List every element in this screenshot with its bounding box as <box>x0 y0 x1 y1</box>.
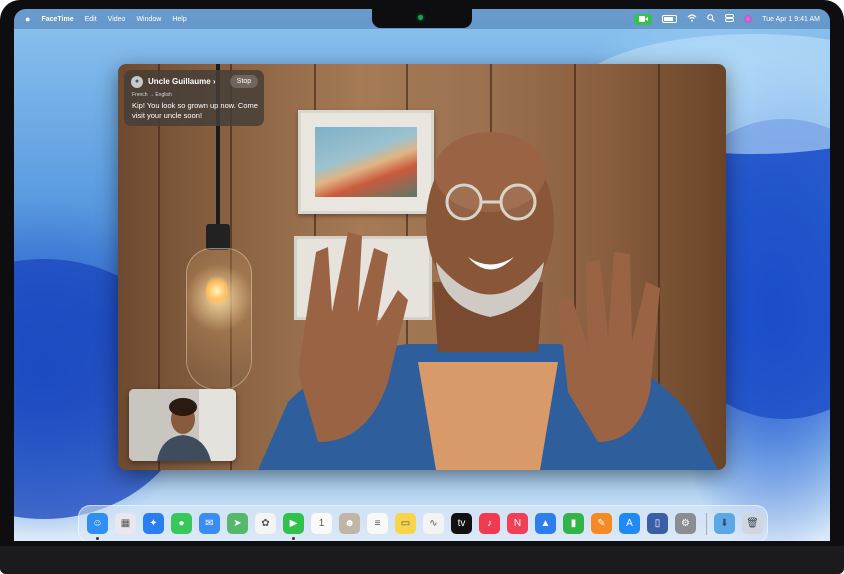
facetime-window[interactable]: ● Uncle Guillaume › Stop French → Englis… <box>118 64 726 470</box>
laptop-base <box>0 546 844 574</box>
keynote-icon[interactable]: ▲ <box>535 513 556 534</box>
notes-icon[interactable]: ▭ <box>395 513 416 534</box>
desktop: ● FaceTime Edit Video Window Help Tue Ap… <box>14 9 830 541</box>
safari-icon[interactable]: ✦ <box>143 513 164 534</box>
siri-icon[interactable] <box>744 15 753 23</box>
iphone-mirroring-icon[interactable]: ▯ <box>647 513 668 534</box>
numbers-icon[interactable]: ▮ <box>563 513 584 534</box>
facetime-icon[interactable]: ▶ <box>283 513 304 534</box>
caller-avatar-icon: ● <box>131 76 143 88</box>
caller-name[interactable]: Uncle Guillaume › <box>148 77 216 86</box>
self-view-pip[interactable] <box>129 389 236 461</box>
live-translation-banner: ● Uncle Guillaume › Stop French → Englis… <box>124 70 264 126</box>
system-settings-icon[interactable]: ⚙ <box>675 513 696 534</box>
stop-translation-button[interactable]: Stop <box>230 75 258 88</box>
calendar-icon[interactable]: 1 <box>311 513 332 534</box>
app-store-icon[interactable]: A <box>619 513 640 534</box>
photos-icon[interactable]: ✿ <box>255 513 276 534</box>
pages-icon[interactable]: ✎ <box>591 513 612 534</box>
menu-clock[interactable]: Tue Apr 1 9:41 AM <box>762 16 820 23</box>
translation-languages: French → English <box>132 92 172 98</box>
lamp-bulb <box>186 248 252 390</box>
apple-menu-icon[interactable]: ● <box>25 14 30 24</box>
translated-message: Kip! You look so grown up now. Come visi… <box>132 101 258 120</box>
battery-icon[interactable] <box>662 15 678 23</box>
freeform-icon[interactable]: ∿ <box>423 513 444 534</box>
search-icon[interactable] <box>707 14 716 24</box>
dock-separator <box>706 513 707 535</box>
lamp-socket <box>206 224 230 250</box>
lamp-glow <box>206 274 228 308</box>
facetime-status-icon[interactable] <box>634 13 653 25</box>
running-app-indicator <box>96 537 99 540</box>
camera-notch <box>372 9 472 28</box>
menu-edit[interactable]: Edit <box>85 16 97 23</box>
self-view-video <box>129 389 236 461</box>
menu-help[interactable]: Help <box>172 16 186 23</box>
menu-window[interactable]: Window <box>136 16 161 23</box>
downloads-folder-icon[interactable]: ⬇ <box>714 513 735 534</box>
wifi-icon[interactable] <box>687 14 697 24</box>
dock: ☺ ▦ ✦ ● ✉ ➤ ✿ ▶ 1 ☻ ≡ ▭ ∿ tv ♪ N ▲ ▮ ✎ A ▯ ⚙ ⬇ 🗑 <box>78 505 768 541</box>
contacts-icon[interactable]: ☻ <box>339 513 360 534</box>
mail-icon[interactable]: ✉ <box>199 513 220 534</box>
caller-video <box>258 132 718 470</box>
running-app-indicator <box>292 537 295 540</box>
reminders-icon[interactable]: ≡ <box>367 513 388 534</box>
finder-icon[interactable]: ☺ <box>87 513 108 534</box>
trash-icon[interactable]: 🗑 <box>742 513 763 534</box>
music-icon[interactable]: ♪ <box>479 513 500 534</box>
menu-app-name[interactable]: FaceTime <box>41 16 73 23</box>
maps-icon[interactable]: ➤ <box>227 513 248 534</box>
macbook-frame: ● FaceTime Edit Video Window Help Tue Ap… <box>0 0 844 574</box>
apple-tv-icon[interactable]: tv <box>451 513 472 534</box>
messages-icon[interactable]: ● <box>171 513 192 534</box>
camera-indicator-icon <box>418 15 423 20</box>
control-center-icon[interactable] <box>725 14 735 24</box>
menu-video[interactable]: Video <box>108 16 126 23</box>
launchpad-icon[interactable]: ▦ <box>115 513 136 534</box>
news-icon[interactable]: N <box>507 513 528 534</box>
